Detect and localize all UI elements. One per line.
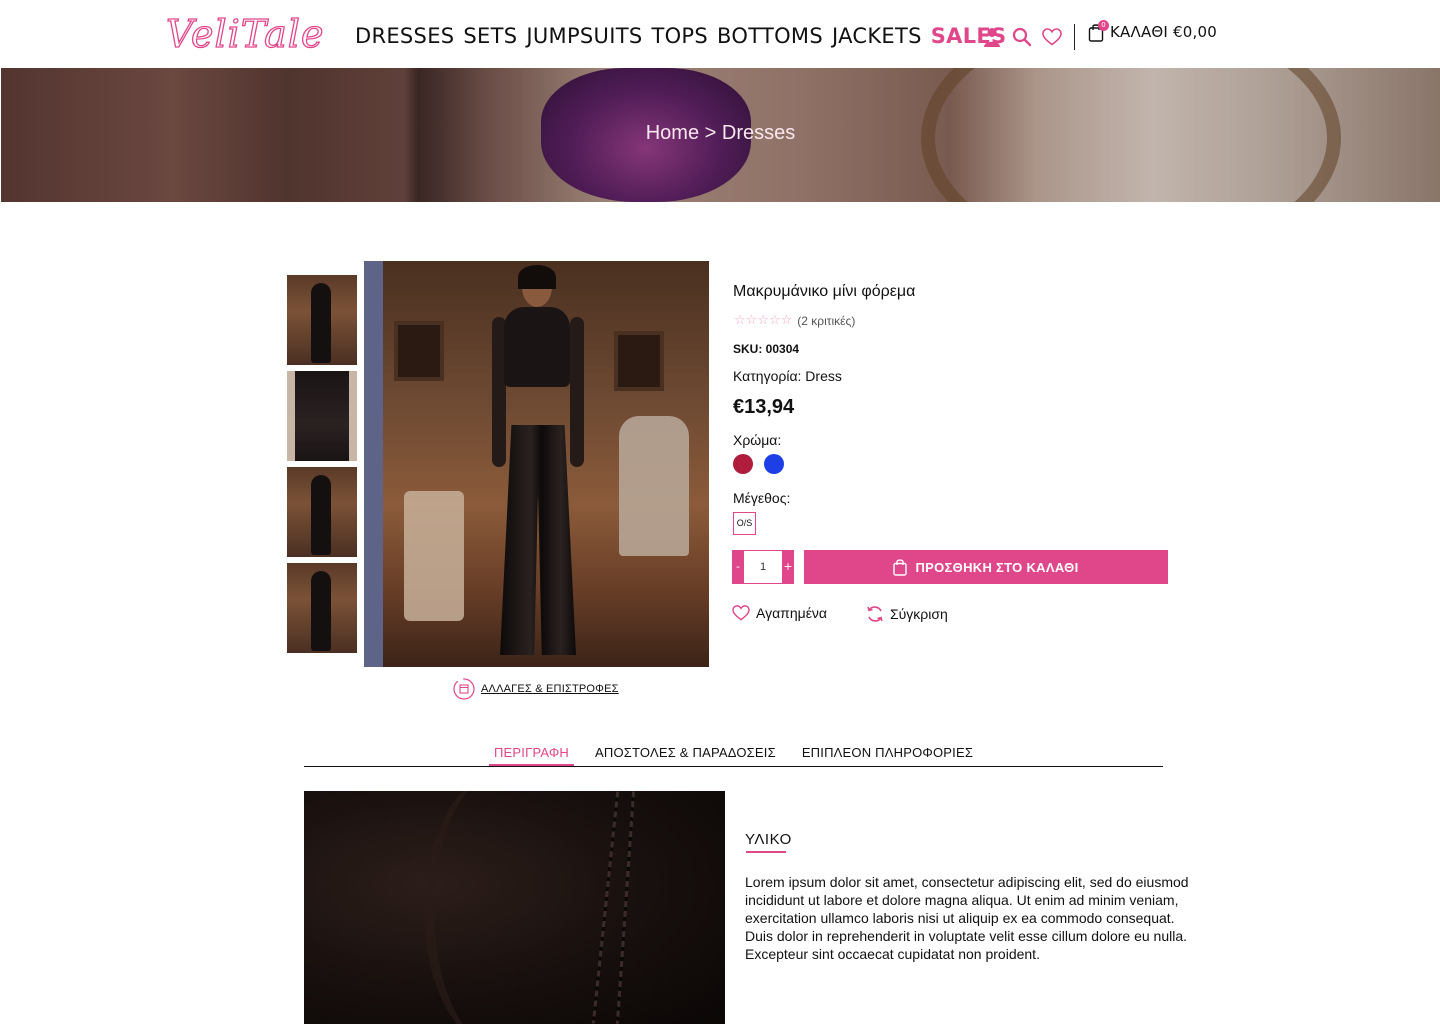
cart-total-label: ΚΑΛΑΘΙ €0,00 <box>1110 23 1217 41</box>
quantity-input[interactable] <box>744 550 782 584</box>
nav-item-tops[interactable]: TOPS <box>651 22 708 50</box>
add-to-cart-label: ΠΡΟΣΘΗΚΗ ΣΤΟ ΚΑΛΑΘΙ <box>915 559 1079 575</box>
star-icon: ☆ <box>745 313 758 328</box>
cart-count-badge: 0 <box>1098 20 1109 31</box>
material-closeup-image <box>304 791 725 1024</box>
favorites-label: Αγαπημένα <box>756 605 828 621</box>
nav-item-jumpsuits[interactable]: JUMPSUITS <box>526 22 642 50</box>
star-icon: ☆ <box>768 313 781 328</box>
nav-item-dresses[interactable]: DRESSES <box>355 22 454 50</box>
shopping-bag-icon <box>893 559 908 576</box>
product-title: Μακρυμάνικο μίνι φόρεμα <box>733 283 916 300</box>
product-rating[interactable]: ☆ ☆ ☆ ☆ ☆ (2 κριτικές) <box>734 313 855 329</box>
nav-item-jackets[interactable]: JACKETS <box>832 22 922 50</box>
product-sku: SKU: 00304 <box>733 342 800 356</box>
product-thumbnails <box>287 275 357 659</box>
add-to-favorites-button[interactable]: Αγαπημένα <box>732 605 827 621</box>
compare-label: Σύγκριση <box>890 606 948 622</box>
wishlist-heart-icon[interactable] <box>1042 26 1062 48</box>
add-to-cart-button[interactable]: ΠΡΟΣΘΗΚΗ ΣΤΟ ΚΑΛΑΘΙ <box>804 550 1168 584</box>
star-icon: ☆ <box>780 313 793 328</box>
site-header: VeliTale DRESSES SETS JUMPSUITS TOPS BOT… <box>0 0 1440 68</box>
product-main-image[interactable] <box>364 261 709 667</box>
breadcrumb: Home > Dresses <box>1 122 1440 145</box>
cart-button[interactable]: 0 ΚΑΛΑΘΙ €0,00 <box>1088 20 1217 42</box>
section-title-underline <box>746 851 786 853</box>
returns-link[interactable]: ΑΛΛΑΓΕΣ & ΕΠΙΣΤΡΟΦΕΣ <box>453 678 619 700</box>
breadcrumb-separator: > <box>699 122 722 144</box>
product-thumbnail[interactable] <box>287 563 357 653</box>
returns-link-label: ΑΛΛΑΓΕΣ & ΕΠΙΣΤΡΟΦΕΣ <box>481 683 619 695</box>
header-actions <box>982 24 1091 50</box>
color-swatch-red[interactable] <box>733 454 753 474</box>
tab-description[interactable]: ΠΕΡΙΓΡΑΦΗ <box>488 740 575 766</box>
color-swatches <box>733 454 795 474</box>
color-label: Χρώμα: <box>733 432 782 448</box>
product-price: €13,94 <box>733 396 795 418</box>
material-description: Lorem ipsum dolor sit amet, consectetur … <box>745 874 1189 962</box>
breadcrumb-current: Dresses <box>721 122 796 144</box>
reviews-count[interactable]: (2 κριτικές) <box>797 314 855 328</box>
product-tabs: ΠΕΡΙΓΡΑΦΗ ΑΠΟΣΤΟΛΕΣ & ΠΑΡΑΔΟΣΕΙΣ ΕΠΙΠΛΕΟ… <box>304 740 1163 767</box>
product-thumbnail[interactable] <box>287 467 357 557</box>
compare-refresh-icon <box>867 606 883 622</box>
size-option[interactable]: O/S <box>733 512 756 535</box>
tab-additional-info[interactable]: ΕΠΙΠΛΕΟΝ ΠΛΗΡΟΦΟΡΙΕΣ <box>797 740 978 766</box>
search-icon[interactable] <box>1012 26 1032 48</box>
quantity-stepper: - + <box>732 550 794 584</box>
nav-item-bottoms[interactable]: BOTTOMS <box>717 22 823 50</box>
compare-button[interactable]: Σύγκριση <box>866 605 948 623</box>
product-thumbnail[interactable] <box>287 371 357 461</box>
product-thumbnail[interactable] <box>287 275 357 365</box>
star-icon: ☆ <box>734 313 746 328</box>
header-divider <box>1074 24 1075 50</box>
category-hero-banner: Home > Dresses <box>1 68 1440 202</box>
user-icon[interactable] <box>982 26 1002 48</box>
star-icon: ☆ <box>757 313 769 328</box>
quantity-decrease-button[interactable]: - <box>732 550 744 584</box>
quantity-increase-button[interactable]: + <box>782 550 794 584</box>
main-nav: DRESSES SETS JUMPSUITS TOPS BOTTOMS JACK… <box>355 22 1015 50</box>
heart-icon <box>732 605 750 621</box>
nav-item-sets[interactable]: SETS <box>463 22 517 50</box>
size-label: Μέγεθος: <box>733 490 791 506</box>
color-swatch-blue[interactable] <box>764 454 784 474</box>
product-category: Κατηγορία: Dress <box>733 368 842 384</box>
brand-logo[interactable]: VeliTale <box>165 10 324 58</box>
tab-shipping[interactable]: ΑΠΟΣΤΟΛΕΣ & ΠΑΡΑΔΟΣΕΙΣ <box>590 740 781 766</box>
returns-box-icon <box>453 678 475 700</box>
material-section-title: ΥΛΙΚΟ <box>745 831 792 848</box>
breadcrumb-home-link[interactable]: Home <box>646 122 699 144</box>
